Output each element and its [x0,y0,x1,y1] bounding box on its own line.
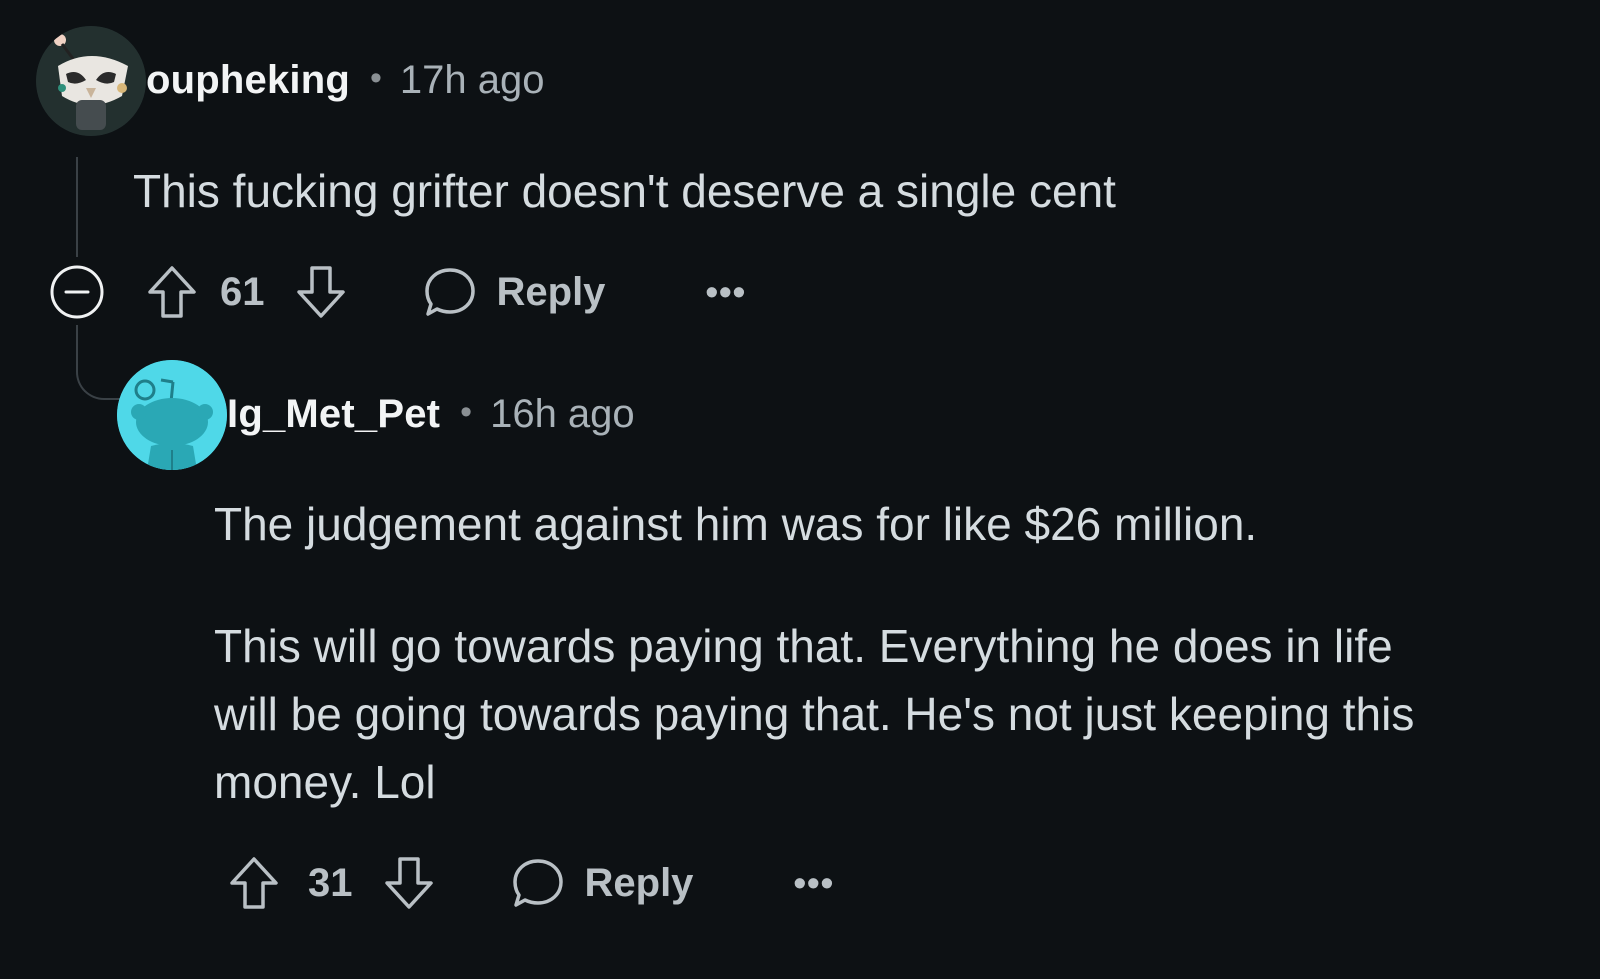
comment-text: This fucking grifter doesn't deserve a s… [133,165,1116,217]
comment-header: oupheking • 17h ago [146,58,545,103]
collapse-minus-icon [50,265,104,319]
downvote-button[interactable] [293,263,349,321]
timestamp[interactable]: 17h ago [400,58,545,103]
upvote-arrow-icon [230,857,278,909]
separator-dot: • [370,59,382,97]
reply-button[interactable]: Reply [511,854,694,912]
username[interactable]: oupheking [146,58,350,103]
comment-text-line: money. Lol [214,756,436,808]
username[interactable]: Ig_Met_Pet [227,392,440,437]
thread-line-branch [76,325,124,400]
more-options-icon[interactable]: ••• [793,862,834,904]
avatar[interactable] [36,26,146,136]
comment-body: This fucking grifter doesn't deserve a s… [133,157,1116,225]
upvote-arrow-icon [148,266,196,318]
vote-score: 31 [308,860,353,905]
collapse-button[interactable] [48,263,106,321]
avatar[interactable] [117,360,227,470]
timestamp[interactable]: 16h ago [490,392,635,437]
comment-actions: 61 Reply ••• [48,262,746,322]
comment-body: The judgement against him was for like $… [214,490,1414,816]
comment-header: Ig_Met_Pet • 16h ago [227,392,635,437]
comment-text: This will go towards paying that. Everyt… [214,612,1414,816]
comment-text-line: will be going towards paying that. He's … [214,688,1415,740]
speech-bubble-icon [512,859,563,907]
comment-text: The judgement against him was for like $… [214,498,1258,550]
vote-score: 61 [220,269,265,314]
downvote-arrow-icon [384,857,433,909]
comment-actions: 31 Reply ••• [226,853,834,913]
thread-line-top [76,157,78,257]
downvote-arrow-icon [296,266,345,318]
upvote-button[interactable] [144,263,200,321]
speech-bubble-icon [424,268,475,316]
separator-dot: • [460,393,473,431]
more-options-icon[interactable]: ••• [705,271,746,313]
downvote-button[interactable] [381,854,437,912]
reply-label: Reply [584,860,694,905]
snoo-owl-mask-avatar-icon [36,26,146,136]
reply-label: Reply [496,269,606,314]
comment-text-line: This will go towards paying that. Everyt… [214,620,1393,672]
reply-button[interactable]: Reply [423,263,606,321]
snoo-default-avatar-icon [117,360,227,470]
upvote-button[interactable] [226,854,282,912]
